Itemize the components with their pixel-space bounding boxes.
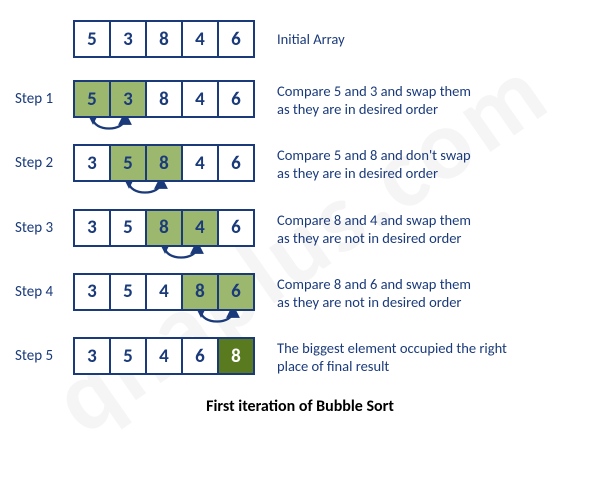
array-boxes: 35486 — [73, 273, 255, 311]
desc-line: Compare 5 and 8 and don't swap — [277, 146, 471, 164]
desc-line: Compare 5 and 3 and swap them — [277, 82, 471, 100]
array-cell: 8 — [217, 337, 255, 375]
array-boxes: 53846 — [73, 20, 255, 58]
array-cell: 8 — [145, 80, 183, 118]
desc-line: Compare 8 and 4 and swap them — [277, 211, 471, 229]
step-row-2: Step 235846 Compare 5 and 8 and don't swa… — [15, 144, 585, 182]
step-label: Step 2 — [15, 144, 73, 172]
array-boxes: 35846 — [73, 144, 255, 182]
array-cell: 6 — [217, 144, 255, 182]
initial-row: 53846 Initial Array — [15, 20, 585, 58]
array-cell: 8 — [145, 209, 183, 247]
array-cell: 4 — [181, 209, 219, 247]
array-cell: 4 — [181, 80, 219, 118]
step-description: The biggest element occupied the rightpl… — [277, 337, 507, 375]
step-description: Compare 5 and 8 and don't swapas they ar… — [277, 144, 471, 182]
array-cell: 3 — [73, 337, 111, 375]
swap-arrow-icon — [117, 180, 173, 202]
array-boxes: 53846 — [73, 80, 255, 118]
step-row-4: Step 435486 Compare 8 and 6 and swap them… — [15, 273, 585, 311]
step-description: Initial Array — [277, 20, 345, 48]
diagram-caption: First iteration of Bubble Sort — [15, 397, 585, 416]
array-cell: 5 — [109, 209, 147, 247]
step-row-3: Step 335846 Compare 8 and 4 and swap them… — [15, 209, 585, 247]
array-cell: 3 — [73, 273, 111, 311]
array-cell: 6 — [217, 80, 255, 118]
array-cell: 6 — [217, 273, 255, 311]
swap-arrow-icon — [81, 116, 137, 138]
step-description: Compare 5 and 3 and swap themas they are… — [277, 80, 471, 118]
array-cell: 5 — [109, 273, 147, 311]
swap-arrow-icon — [153, 245, 209, 267]
array-cell: 3 — [73, 209, 111, 247]
array-cell: 3 — [109, 80, 147, 118]
array-cell: 8 — [181, 273, 219, 311]
desc-line: as they are not in desired order — [277, 293, 471, 311]
array-cell: 8 — [145, 20, 183, 58]
array-boxes: 35468 — [73, 337, 255, 375]
desc-line: Initial Array — [277, 30, 345, 48]
desc-line: as they are not in desired order — [277, 229, 471, 247]
step-label: Step 1 — [15, 80, 73, 108]
desc-line: Compare 8 and 6 and swap them — [277, 275, 471, 293]
array-cell: 5 — [109, 337, 147, 375]
array-cell: 8 — [145, 144, 183, 182]
step-label: Step 5 — [15, 337, 73, 365]
array-cell: 5 — [109, 144, 147, 182]
desc-line: The biggest element occupied the right — [277, 339, 507, 357]
desc-line: as they are in desired order — [277, 164, 471, 182]
array-cell: 4 — [181, 20, 219, 58]
swap-arrow-icon — [189, 309, 245, 331]
array-cell: 6 — [217, 209, 255, 247]
step-description: Compare 8 and 4 and swap themas they are… — [277, 209, 471, 247]
array-cell: 4 — [181, 144, 219, 182]
step-label — [15, 20, 73, 30]
array-cell: 6 — [217, 20, 255, 58]
array-cell: 4 — [145, 273, 183, 311]
array-boxes: 35846 — [73, 209, 255, 247]
array-cell: 4 — [145, 337, 183, 375]
diagram-rows: 53846Initial ArrayStep 153846Compare 5 a… — [15, 20, 585, 375]
step-row-1: Step 153846 Compare 5 and 3 and swap them… — [15, 80, 585, 118]
array-cell: 5 — [73, 80, 111, 118]
array-cell: 6 — [181, 337, 219, 375]
array-cell: 5 — [73, 20, 111, 58]
step-label: Step 3 — [15, 209, 73, 237]
desc-line: place of final result — [277, 357, 507, 375]
array-cell: 3 — [73, 144, 111, 182]
step-description: Compare 8 and 6 and swap themas they are… — [277, 273, 471, 311]
step-row-5: Step 535468 The biggest element occupied … — [15, 337, 585, 375]
array-cell: 3 — [109, 20, 147, 58]
step-label: Step 4 — [15, 273, 73, 301]
desc-line: as they are in desired order — [277, 100, 471, 118]
